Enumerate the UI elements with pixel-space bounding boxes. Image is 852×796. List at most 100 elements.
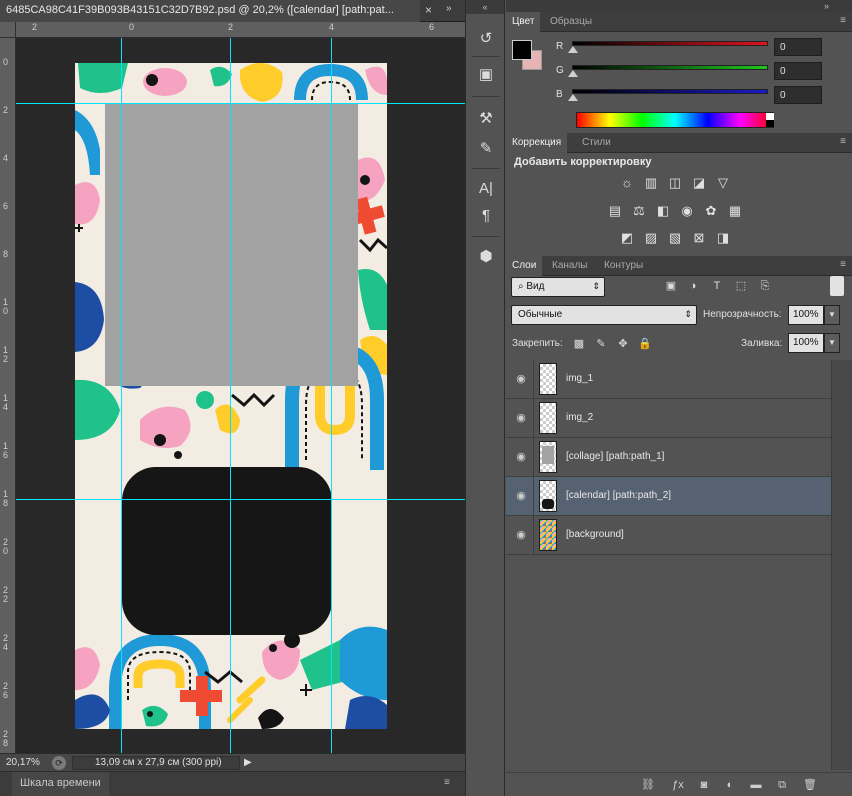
threshold-icon[interactable]: ▧ <box>666 230 684 246</box>
layer-row[interactable]: ◉ img_1 <box>506 360 831 399</box>
curves-icon[interactable]: ◫ <box>666 175 684 191</box>
tab-adjustments[interactable]: Коррекция <box>506 133 568 153</box>
ruler-tick-label: 2 <box>32 22 38 32</box>
actions-icon[interactable]: ▣ <box>475 64 497 86</box>
ruler-vertical[interactable]: 0 2 4 6 8 10 12 14 16 18 20 22 24 26 28 <box>0 38 16 753</box>
gradient-map-icon[interactable]: ⊠ <box>690 230 708 246</box>
layer-row[interactable]: ◉ [background] <box>506 516 831 555</box>
history-icon[interactable]: ↺ <box>475 28 497 50</box>
status-menu-arrow-icon[interactable]: ▶ <box>244 757 252 768</box>
adjustment-layer-icon[interactable]: ◐ <box>722 777 738 793</box>
selective-color-icon[interactable]: ◨ <box>714 230 732 246</box>
trash-icon[interactable]: 🗑 <box>802 777 818 793</box>
red-slider[interactable] <box>572 41 768 46</box>
eye-icon[interactable]: ◉ <box>514 489 528 503</box>
timeline-menu-icon[interactable]: ≡ <box>444 777 450 788</box>
3d-icon[interactable]: ⬢ <box>475 246 497 268</box>
eye-icon[interactable]: ◉ <box>514 450 528 464</box>
lock-image-icon[interactable]: ✎ <box>594 337 608 351</box>
character-icon[interactable]: A| <box>475 178 497 200</box>
green-slider-thumb[interactable] <box>568 70 578 77</box>
vibrance-icon[interactable]: ▽ <box>714 175 732 191</box>
new-layer-icon[interactable]: ⧉ <box>774 777 790 793</box>
paragraph-icon[interactable]: ¶ <box>475 205 497 227</box>
zoom-level[interactable]: 20,17% <box>6 757 40 768</box>
document-tab[interactable]: 6485CA98C41F39B093B43151C32D7B92.psd @ 2… <box>0 0 420 22</box>
brightness-icon[interactable]: ☼ <box>618 175 636 191</box>
color-lookup-icon[interactable]: ▦ <box>726 203 744 219</box>
green-slider[interactable] <box>572 65 768 70</box>
tab-layers[interactable]: Слои <box>506 256 543 276</box>
close-tab-icon[interactable]: × <box>425 3 432 17</box>
eye-icon[interactable]: ◉ <box>514 411 528 425</box>
blue-slider[interactable] <box>572 89 768 94</box>
canvas[interactable] <box>16 38 465 753</box>
filter-toggle-icon[interactable] <box>830 276 844 296</box>
blue-value[interactable]: 0 <box>774 86 822 104</box>
lock-all-icon[interactable]: 🔒 <box>638 337 652 351</box>
green-value[interactable]: 0 <box>774 62 822 80</box>
layers-scrollbar[interactable] <box>831 360 852 770</box>
tab-styles[interactable]: Стили <box>576 133 617 153</box>
layer-filter-dropdown[interactable]: ⌕ Вид ⇕ <box>511 277 605 297</box>
filter-pixel-icon[interactable]: ▣ <box>664 279 678 293</box>
link-icon[interactable]: ⛓ <box>640 777 656 793</box>
opacity-dropdown-icon[interactable]: ▼ <box>824 305 840 325</box>
lock-transparency-icon[interactable]: ▩ <box>572 337 586 351</box>
ruler-tick-label: 4 <box>329 22 335 32</box>
fill-input[interactable]: 100% <box>788 333 824 353</box>
tab-paths[interactable]: Контуры <box>598 256 649 276</box>
tab-swatches[interactable]: Образцы <box>544 12 598 32</box>
layer-name: [background] <box>566 529 624 540</box>
brush-presets-icon[interactable]: ✎ <box>475 138 497 160</box>
hue-saturation-icon[interactable]: ▤ <box>606 203 624 219</box>
blend-mode-dropdown[interactable]: Обычные ⇕ <box>511 305 697 325</box>
layer-row[interactable]: ◉ [collage] [path:path_1] <box>506 438 831 477</box>
blue-slider-thumb[interactable] <box>568 94 578 101</box>
layer-thumbnail <box>539 441 557 473</box>
filter-smart-object-icon[interactable]: ⎘ <box>758 279 772 293</box>
layer-row-selected[interactable]: ◉ [calendar] [path:path_2] <box>506 477 831 516</box>
layer-row[interactable]: ◉ img_2 <box>506 399 831 438</box>
photo-filter-icon[interactable]: ◉ <box>678 203 696 219</box>
adjustments-panel-menu-icon[interactable]: ≡ <box>840 136 846 147</box>
posterize-icon[interactable]: ▨ <box>642 230 660 246</box>
blend-mode-value: Обычные <box>518 309 563 320</box>
collapse-strip-icon[interactable]: « <box>466 0 504 14</box>
filter-type-icon[interactable]: T <box>710 279 724 293</box>
color-panel-menu-icon[interactable]: ≡ <box>840 15 846 26</box>
collapse-panels-icon[interactable]: » <box>506 0 852 12</box>
mask-icon[interactable]: ◙ <box>696 777 712 793</box>
fx-icon[interactable]: ƒx <box>670 777 686 793</box>
tab-channels[interactable]: Каналы <box>546 256 594 276</box>
layers-panel-menu-icon[interactable]: ≡ <box>840 259 846 270</box>
eye-icon[interactable]: ◉ <box>514 372 528 386</box>
timeline-tab[interactable]: Шкала времени <box>12 772 109 796</box>
more-tabs-icon[interactable]: » <box>446 3 452 14</box>
black-white-icon[interactable]: ◧ <box>654 203 672 219</box>
ruler-horizontal[interactable]: 2024681012 <box>16 22 465 38</box>
filter-shape-icon[interactable]: ⬚ <box>734 279 748 293</box>
foreground-color-swatch[interactable] <box>512 40 532 60</box>
channel-mixer-icon[interactable]: ✿ <box>702 203 720 219</box>
filter-adjustment-icon[interactable]: ◑ <box>686 279 700 293</box>
opacity-input[interactable]: 100% <box>788 305 824 325</box>
layer-name: img_1 <box>566 373 594 384</box>
invert-icon[interactable]: ◩ <box>618 230 636 246</box>
tool-presets-icon[interactable]: ⚒ <box>475 108 497 130</box>
color-spectrum-ramp[interactable] <box>576 112 774 128</box>
color-balance-icon[interactable]: ⚖ <box>630 203 648 219</box>
tab-color[interactable]: Цвет <box>506 12 541 32</box>
ruler-corner[interactable] <box>0 22 16 38</box>
ruler-tick-label: 18 <box>3 489 9 508</box>
levels-icon[interactable]: ▥ <box>642 175 660 191</box>
red-value[interactable]: 0 <box>774 38 822 56</box>
group-folder-icon[interactable]: ▬ <box>748 777 764 793</box>
lock-position-icon[interactable]: ✥ <box>616 337 630 351</box>
status-info-icon[interactable]: ⟳ <box>52 756 66 770</box>
exposure-icon[interactable]: ◪ <box>690 175 708 191</box>
fill-dropdown-icon[interactable]: ▼ <box>824 333 840 353</box>
red-slider-thumb[interactable] <box>568 46 578 53</box>
eye-icon[interactable]: ◉ <box>514 528 528 542</box>
lock-label: Закрепить: <box>512 338 563 349</box>
